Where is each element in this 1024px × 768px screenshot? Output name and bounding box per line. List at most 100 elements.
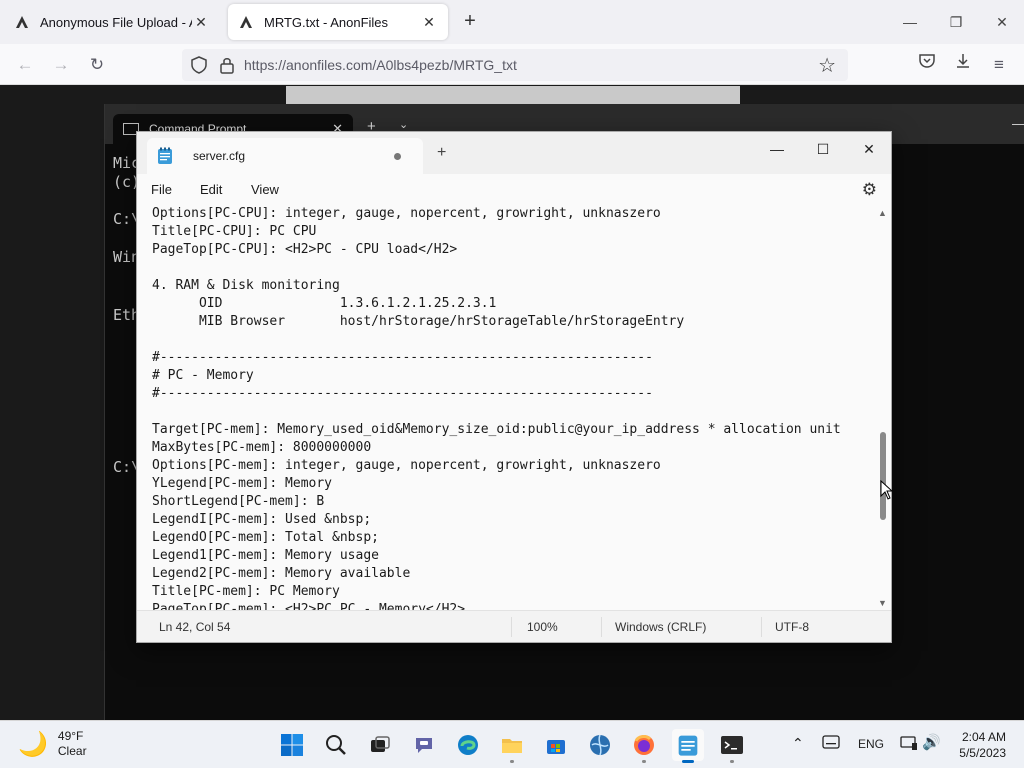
task-view-icon[interactable] bbox=[364, 729, 396, 761]
start-icon[interactable] bbox=[276, 729, 308, 761]
editor-content: Options[PC-CPU]: integer, gauge, noperce… bbox=[152, 206, 841, 610]
anonfiles-favicon-icon bbox=[238, 14, 254, 30]
line-ending: Windows (CRLF) bbox=[615, 620, 707, 634]
close-window-icon[interactable]: ✕ bbox=[990, 10, 1014, 34]
notepad-icon bbox=[158, 147, 172, 164]
scroll-down-icon[interactable]: ▼ bbox=[878, 598, 887, 608]
weather-widget[interactable]: 🌙 49°F Clear bbox=[18, 729, 87, 759]
weather-desc: Clear bbox=[57, 744, 87, 758]
minimize-icon[interactable]: — bbox=[757, 136, 797, 162]
web-content-strip bbox=[286, 86, 740, 106]
editor-line: Title[PC-CPU]: PC CPU bbox=[152, 224, 317, 239]
maximize-icon[interactable]: ☐ bbox=[803, 136, 843, 162]
forward-icon[interactable]: → bbox=[48, 52, 74, 78]
menu-file[interactable]: File bbox=[151, 182, 172, 197]
new-tab-button[interactable]: + bbox=[437, 144, 446, 162]
editor-line: PageTop[PC-mem]: <H2>PC PC - Memory</H2> bbox=[152, 602, 466, 610]
pocket-icon[interactable] bbox=[914, 52, 940, 78]
chevron-up-icon[interactable]: ⌃ bbox=[792, 735, 804, 752]
text-editor[interactable]: Options[PC-CPU]: integer, gauge, noperce… bbox=[137, 206, 891, 610]
editor-line: #---------------------------------------… bbox=[152, 350, 653, 365]
firefox-icon[interactable] bbox=[628, 729, 660, 763]
language-indicator[interactable]: ENG bbox=[858, 737, 884, 751]
editor-line: Legend2[PC-mem]: Memory available bbox=[152, 566, 411, 581]
store-icon[interactable] bbox=[540, 729, 572, 761]
menu-view[interactable]: View bbox=[251, 182, 279, 197]
app-icon[interactable] bbox=[584, 729, 616, 761]
browser-navbar: ← → ↻ https://anonfiles.com/A0lbs4pezb/M… bbox=[0, 44, 1024, 85]
status-divider bbox=[601, 617, 602, 637]
volume-icon[interactable]: 🔊 bbox=[922, 733, 941, 751]
chevron-down-icon[interactable]: ⌄ bbox=[399, 118, 408, 131]
status-bar: Ln 42, Col 54 100% Windows (CRLF) UTF-8 bbox=[137, 610, 891, 642]
browser-tabbar: Anonymous File Upload - Anon ✕ MRTG.txt … bbox=[0, 0, 1024, 44]
notepad-titlebar: server.cfg + — ☐ ✕ bbox=[137, 132, 891, 174]
editor-line: ShortLegend[PC-mem]: B bbox=[152, 494, 325, 509]
scrollbar-thumb[interactable] bbox=[880, 432, 886, 520]
shield-icon[interactable] bbox=[190, 56, 208, 74]
editor-line: # PC - Memory bbox=[152, 368, 254, 383]
clock-date: 5/5/2023 bbox=[959, 746, 1006, 760]
network-icon[interactable] bbox=[900, 735, 918, 754]
scroll-up-icon[interactable]: ▲ bbox=[878, 208, 887, 218]
browser-tab-mrtg[interactable]: MRTG.txt - AnonFiles ✕ bbox=[228, 4, 448, 40]
close-window-icon[interactable]: ✕ bbox=[849, 136, 889, 162]
editor-line: Options[PC-mem]: integer, gauge, noperce… bbox=[152, 458, 661, 473]
close-tab-icon[interactable]: ✕ bbox=[192, 14, 210, 31]
edge-icon[interactable] bbox=[452, 729, 484, 761]
menu-icon[interactable]: ≡ bbox=[986, 52, 1012, 78]
minimize-icon[interactable]: — bbox=[1012, 116, 1024, 131]
editor-line: Legend1[PC-mem]: Memory usage bbox=[152, 548, 379, 563]
running-indicator bbox=[642, 760, 646, 763]
file-explorer-icon[interactable] bbox=[496, 729, 528, 763]
zoom-level: 100% bbox=[527, 620, 558, 634]
minimize-icon[interactable]: — bbox=[898, 10, 922, 34]
editor-line: MaxBytes[PC-mem]: 8000000000 bbox=[152, 440, 372, 455]
editor-line: Options[PC-CPU]: integer, gauge, noperce… bbox=[152, 206, 661, 221]
editor-line: MIB Browser host/hrStorage/hrStorageTabl… bbox=[152, 314, 685, 329]
editor-line: Target[PC-mem]: Memory_used_oid&Memory_s… bbox=[152, 422, 841, 437]
url-bar[interactable]: https://anonfiles.com/A0lbs4pezb/MRTG_tx… bbox=[182, 49, 848, 81]
editor-line: YLegend[PC-mem]: Memory bbox=[152, 476, 333, 491]
clock-time: 2:04 AM bbox=[961, 730, 1006, 744]
anonfiles-favicon-icon bbox=[14, 14, 30, 30]
restore-icon[interactable]: ❐ bbox=[944, 10, 968, 34]
url-text: https://anonfiles.com/A0lbs4pezb/MRTG_tx… bbox=[244, 57, 517, 73]
chat-icon[interactable] bbox=[408, 729, 440, 761]
back-icon[interactable]: ← bbox=[12, 52, 38, 78]
notepad-window[interactable]: server.cfg + — ☐ ✕ File Edit View ⚙ Opti… bbox=[136, 131, 892, 643]
notepad-icon[interactable] bbox=[672, 729, 704, 763]
gear-icon[interactable]: ⚙ bbox=[862, 180, 877, 200]
clock[interactable]: 2:04 AM 5/5/2023 bbox=[959, 729, 1006, 761]
editor-line: OID 1.3.6.1.2.1.25.2.3.1 bbox=[152, 296, 497, 311]
status-divider bbox=[511, 617, 512, 637]
keyboard-icon[interactable] bbox=[822, 735, 840, 752]
moon-icon: 🌙 bbox=[18, 730, 48, 758]
cursor-position: Ln 42, Col 54 bbox=[159, 620, 231, 634]
close-tab-icon[interactable]: ✕ bbox=[420, 14, 438, 31]
search-icon[interactable] bbox=[320, 729, 352, 761]
editor-line: 4. RAM & Disk monitoring bbox=[152, 278, 340, 293]
mouse-cursor-icon bbox=[880, 480, 892, 500]
menu-edit[interactable]: Edit bbox=[200, 182, 222, 197]
terminal-icon[interactable] bbox=[716, 729, 748, 763]
download-icon[interactable] bbox=[950, 52, 976, 78]
vertical-scrollbar[interactable]: ▲ ▼ bbox=[875, 206, 891, 610]
new-tab-button[interactable]: + bbox=[458, 10, 482, 34]
star-icon[interactable]: ☆ bbox=[818, 53, 836, 78]
reload-icon[interactable]: ↻ bbox=[84, 52, 110, 78]
browser-tab-label: MRTG.txt - AnonFiles bbox=[264, 14, 389, 30]
weather-temp: 49°F bbox=[57, 729, 84, 743]
running-indicator bbox=[510, 760, 514, 763]
editor-line: #---------------------------------------… bbox=[152, 386, 653, 401]
browser-tab-upload[interactable]: Anonymous File Upload - Anon ✕ bbox=[4, 4, 220, 40]
lock-icon[interactable] bbox=[218, 56, 236, 74]
status-divider bbox=[761, 617, 762, 637]
editor-line: PageTop[PC-CPU]: <H2>PC - CPU load</H2> bbox=[152, 242, 458, 257]
taskbar: 🌙 49°F Clear ⌃ ENG 🔊 2:04 AM 5/5/2023 bbox=[0, 720, 1024, 768]
notepad-tab[interactable]: server.cfg bbox=[147, 138, 423, 174]
notepad-tab-title: server.cfg bbox=[193, 149, 246, 163]
